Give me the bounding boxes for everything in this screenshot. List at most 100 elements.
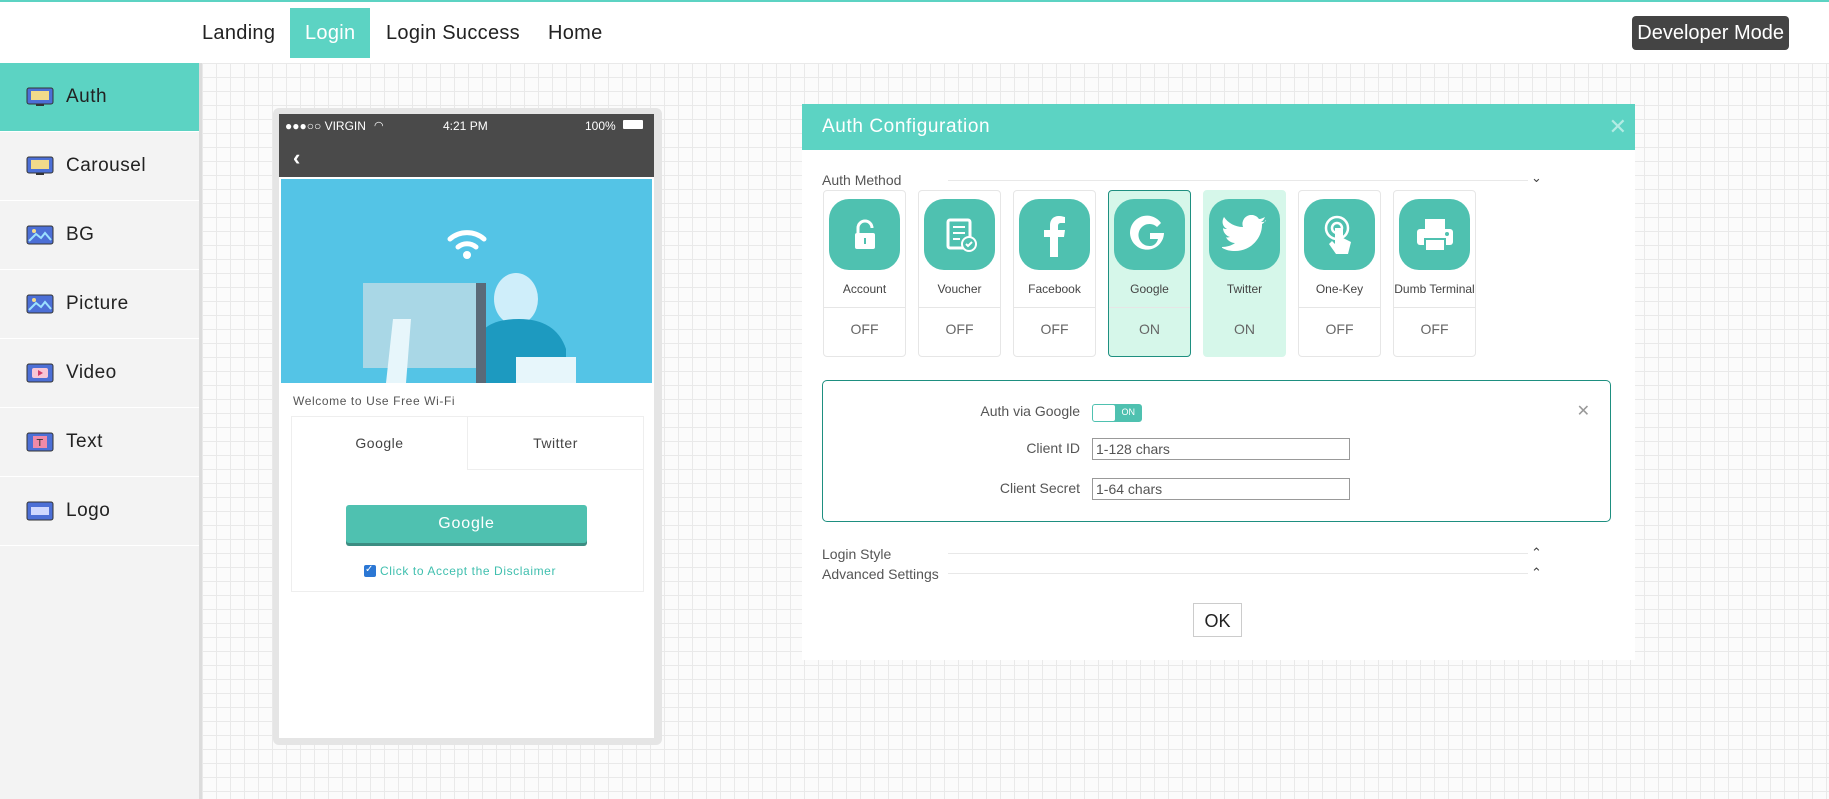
auth-via-google-label: Auth via Google	[980, 403, 1080, 419]
voucher-icon	[924, 199, 995, 270]
person-at-computer-icon	[363, 230, 576, 383]
logo-icon	[26, 501, 54, 521]
chevron-down-icon[interactable]: ⌄	[1531, 170, 1542, 186]
method-state: ON	[1234, 321, 1255, 337]
carrier-text: ●●●○○ VIRGIN	[285, 119, 366, 133]
auth-configuration-panel: Auth Configuration ✕ Auth Method ⌄ Accou…	[802, 104, 1635, 660]
method-label: Google	[1130, 282, 1169, 296]
image-icon	[26, 294, 54, 314]
toggle-text: ON	[1121, 407, 1136, 417]
auth-method-google[interactable]: Google ON	[1108, 190, 1191, 357]
sidebar: Auth Carousel BG Picture Video T Text Lo…	[0, 63, 202, 799]
method-state: OFF	[945, 321, 974, 337]
toggle-knob	[1093, 405, 1115, 421]
method-label: One-Key	[1315, 282, 1364, 296]
auth-method-twitter[interactable]: Twitter ON	[1203, 190, 1286, 357]
svg-text:T: T	[36, 438, 44, 449]
tab-login[interactable]: Login	[290, 8, 371, 58]
phone-screen: ●●●○○ VIRGIN ◠ 4:21 PM 100% ‹ Welcome to…	[279, 114, 654, 738]
client-secret-input[interactable]: 1-64 chars	[1092, 478, 1350, 500]
method-divider	[1394, 307, 1475, 308]
method-state: OFF	[1325, 321, 1354, 337]
sidebar-item-label: BG	[66, 224, 95, 245]
video-icon	[26, 363, 54, 383]
auth-method-dumb-terminal[interactable]: Dumb Terminal OFF	[1393, 190, 1476, 357]
section-divider	[948, 180, 1528, 181]
google-config-box: Auth via Google ON Client ID 1-128 chars…	[822, 380, 1611, 522]
printer-icon	[1399, 199, 1470, 270]
auth-method-facebook[interactable]: Facebook OFF	[1013, 190, 1096, 357]
tab-twitter[interactable]: Twitter	[467, 417, 643, 470]
welcome-text: Welcome to Use Free Wi-Fi	[293, 394, 456, 408]
advanced-settings-label[interactable]: Advanced Settings	[822, 566, 939, 582]
back-arrow-icon[interactable]: ‹	[293, 145, 300, 171]
method-divider	[1299, 307, 1380, 308]
method-divider	[919, 307, 1000, 308]
top-navigation: Landing Login Login Success Home Develop…	[0, 2, 1829, 64]
sidebar-item-bg[interactable]: BG	[0, 201, 199, 270]
wifi-signal-icon: ◠	[374, 120, 384, 132]
auth-toggle[interactable]: ON	[1092, 404, 1142, 422]
login-style-label[interactable]: Login Style	[822, 546, 891, 562]
status-bar: ●●●○○ VIRGIN ◠ 4:21 PM 100%	[279, 114, 654, 136]
battery-icon	[623, 120, 643, 129]
auth-method-one-key[interactable]: One-Key OFF	[1298, 190, 1381, 357]
sidebar-item-label: Video	[66, 362, 117, 383]
google-icon	[1114, 199, 1185, 270]
method-label: Twitter	[1226, 282, 1263, 296]
panel-header: Auth Configuration ✕	[802, 104, 1635, 150]
auth-method-voucher[interactable]: Voucher OFF	[918, 190, 1001, 357]
method-divider	[1014, 307, 1095, 308]
close-icon[interactable]: ✕	[1577, 401, 1590, 421]
sidebar-item-auth[interactable]: Auth	[0, 63, 199, 132]
section-divider	[948, 553, 1528, 554]
auth-method-account[interactable]: Account OFF	[823, 190, 906, 357]
sidebar-item-carousel[interactable]: Carousel	[0, 132, 199, 201]
twitter-icon	[1209, 199, 1280, 270]
tab-google[interactable]: Google	[292, 417, 467, 469]
client-id-label: Client ID	[1026, 440, 1080, 456]
method-label: Dumb Terminal	[1394, 282, 1475, 296]
method-divider	[1109, 307, 1190, 308]
battery-text: 100%	[585, 119, 616, 133]
method-state: ON	[1139, 321, 1160, 337]
panel-title: Auth Configuration	[822, 116, 991, 137]
facebook-icon	[1019, 199, 1090, 270]
auth-method-label: Auth Method	[822, 172, 902, 188]
chevron-up-icon[interactable]: ⌃	[1531, 545, 1542, 561]
sidebar-item-picture[interactable]: Picture	[0, 270, 199, 339]
monitor-icon	[26, 156, 54, 175]
chevron-up-icon[interactable]: ⌃	[1531, 565, 1542, 581]
wifi-banner-image	[281, 179, 652, 383]
image-icon	[26, 225, 54, 245]
sidebar-item-video[interactable]: Video	[0, 339, 199, 408]
google-login-button[interactable]: Google	[346, 505, 587, 543]
tab-home[interactable]: Home	[533, 8, 618, 58]
sidebar-item-label: Carousel	[66, 155, 147, 176]
method-state: OFF	[1040, 321, 1069, 337]
disclaimer-checkbox[interactable]	[364, 564, 376, 577]
method-state: OFF	[1420, 321, 1449, 337]
method-state: OFF	[850, 321, 879, 337]
tab-login-success[interactable]: Login Success	[371, 8, 535, 58]
client-id-input[interactable]: 1-128 chars	[1092, 438, 1350, 460]
method-label: Account	[842, 282, 887, 296]
method-label: Facebook	[1028, 282, 1081, 296]
tab-landing[interactable]: Landing	[187, 8, 290, 58]
sidebar-item-label: Picture	[66, 293, 129, 314]
sidebar-item-logo[interactable]: Logo	[0, 477, 199, 546]
client-secret-label: Client Secret	[999, 480, 1080, 496]
method-label: Voucher	[937, 282, 982, 296]
ok-button[interactable]: OK	[1193, 603, 1242, 637]
disclaimer-text[interactable]: Click to Accept the Disclaimer	[380, 564, 556, 578]
clock-text: 4:21 PM	[443, 119, 488, 133]
section-divider	[948, 573, 1528, 574]
developer-mode-button[interactable]: Developer Mode	[1632, 16, 1789, 50]
phone-preview: ●●●○○ VIRGIN ◠ 4:21 PM 100% ‹ Welcome to…	[273, 108, 662, 745]
sidebar-item-label: Logo	[66, 500, 111, 521]
sidebar-item-text[interactable]: T Text	[0, 408, 199, 477]
close-icon[interactable]: ✕	[1609, 104, 1627, 150]
phone-titlebar: ‹	[279, 136, 654, 177]
disclaimer-row[interactable]: Click to Accept the Disclaimer	[364, 564, 556, 578]
auth-tabs-box: Google Twitter Google Click to Accept th…	[291, 416, 644, 592]
